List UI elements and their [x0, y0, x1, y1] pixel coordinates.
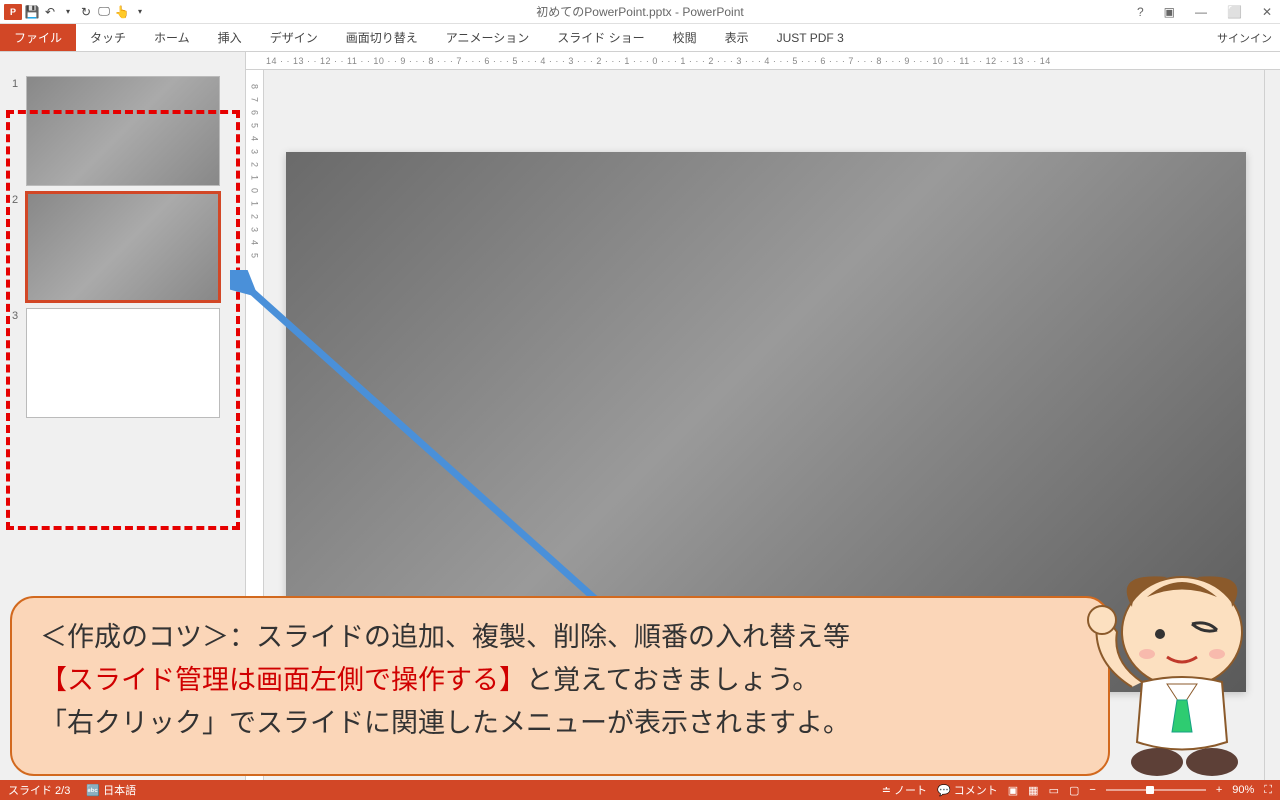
minimize-icon[interactable]: — — [1191, 5, 1211, 19]
tab-view[interactable]: 表示 — [711, 24, 763, 51]
thumbnail-number: 1 — [12, 76, 26, 90]
slide-thumbnail-2[interactable] — [26, 192, 220, 302]
zoom-slider[interactable] — [1106, 789, 1206, 791]
tab-design[interactable]: デザイン — [256, 24, 332, 51]
tab-justpdf[interactable]: JUST PDF 3 — [763, 24, 858, 51]
dropdown-icon[interactable]: ▾ — [60, 4, 76, 20]
zoom-out-icon[interactable]: − — [1089, 784, 1095, 796]
notes-button[interactable]: ≐ ノート — [882, 782, 927, 798]
sign-in-link[interactable]: サインイン — [1217, 30, 1272, 46]
tab-slideshow[interactable]: スライド ショー — [543, 24, 658, 51]
tab-review[interactable]: 校閲 — [659, 24, 711, 51]
callout-line1: ＜作成のコツ＞：スライドの追加、複製、削除、順番の入れ替え等 — [40, 622, 850, 652]
slideshow-view-icon[interactable]: ▢ — [1069, 784, 1079, 797]
slide-thumbnail-3[interactable] — [26, 308, 220, 418]
zoom-level[interactable]: 90% — [1232, 784, 1254, 796]
thumbnail-number: 2 — [12, 192, 26, 206]
save-icon[interactable]: 💾 — [24, 4, 40, 20]
ribbon-options-icon[interactable]: ▣ — [1160, 5, 1179, 19]
slide-sorter-icon[interactable]: ▦ — [1028, 784, 1038, 797]
window-title: 初めてのPowerPoint.pptx - PowerPoint — [536, 3, 743, 20]
window-controls: ? ▣ — ⬜ ✕ — [1133, 5, 1276, 19]
thumbnail-row-3: 3 — [12, 308, 233, 418]
quick-access-toolbar: P 💾 ↶ ▾ ↻ 🖵 👆 ▾ — [0, 4, 148, 20]
slide-thumbnail-1[interactable] — [26, 76, 220, 186]
status-bar: スライド 2/3 🔤 日本語 ≐ ノート 💬 コメント ▣ ▦ ▭ ▢ − + … — [0, 780, 1280, 800]
callout-line3: 「右クリック」でスライドに関連したメニューが表示されますよ。 — [40, 708, 850, 738]
title-bar: P 💾 ↶ ▾ ↻ 🖵 👆 ▾ 初めてのPowerPoint.pptx - Po… — [0, 0, 1280, 24]
ribbon-tabs: ファイル タッチ ホーム 挿入 デザイン 画面切り替え アニメーション スライド… — [0, 24, 1280, 52]
reading-view-icon[interactable]: ▭ — [1049, 784, 1059, 797]
language-indicator[interactable]: 🔤 日本語 — [86, 782, 136, 798]
callout-line2-rest: と覚えておきましょう。 — [526, 665, 819, 695]
zoom-in-icon[interactable]: + — [1216, 784, 1222, 796]
tab-touch[interactable]: タッチ — [76, 24, 140, 51]
maximize-icon[interactable]: ⬜ — [1223, 5, 1246, 19]
start-from-beginning-icon[interactable]: 🖵 — [96, 4, 112, 20]
tab-file[interactable]: ファイル — [0, 24, 76, 51]
horizontal-ruler: 14 · · 13 · · 12 · · 11 · · 10 · · 9 · ·… — [246, 52, 1280, 70]
thumbnail-row-2: 2 — [12, 192, 233, 302]
callout-line2-highlight: 【スライド管理は画面左側で操作する】 — [40, 665, 526, 695]
thumbnail-row-1: 1 — [12, 76, 233, 186]
tab-transitions[interactable]: 画面切り替え — [332, 24, 432, 51]
tip-callout: ＜作成のコツ＞：スライドの追加、複製、削除、順番の入れ替え等 【スライド管理は画… — [10, 596, 1110, 776]
fit-to-window-icon[interactable]: ⛶ — [1264, 784, 1272, 797]
mascot-character — [1072, 562, 1272, 782]
redo-icon[interactable]: ↻ — [78, 4, 94, 20]
tab-home[interactable]: ホーム — [140, 24, 204, 51]
qat-menu-icon[interactable]: ▾ — [132, 4, 148, 20]
close-icon[interactable]: ✕ — [1258, 5, 1276, 19]
help-icon[interactable]: ? — [1133, 5, 1148, 19]
touch-mode-icon[interactable]: 👆 — [114, 4, 130, 20]
tab-insert[interactable]: 挿入 — [204, 24, 256, 51]
tab-animations[interactable]: アニメーション — [432, 24, 544, 51]
slide-counter[interactable]: スライド 2/3 — [8, 782, 70, 798]
undo-icon[interactable]: ↶ — [42, 4, 58, 20]
powerpoint-app-icon: P — [4, 4, 22, 20]
comments-button[interactable]: 💬 コメント — [937, 782, 998, 798]
normal-view-icon[interactable]: ▣ — [1008, 784, 1018, 797]
thumbnail-number: 3 — [12, 308, 26, 322]
